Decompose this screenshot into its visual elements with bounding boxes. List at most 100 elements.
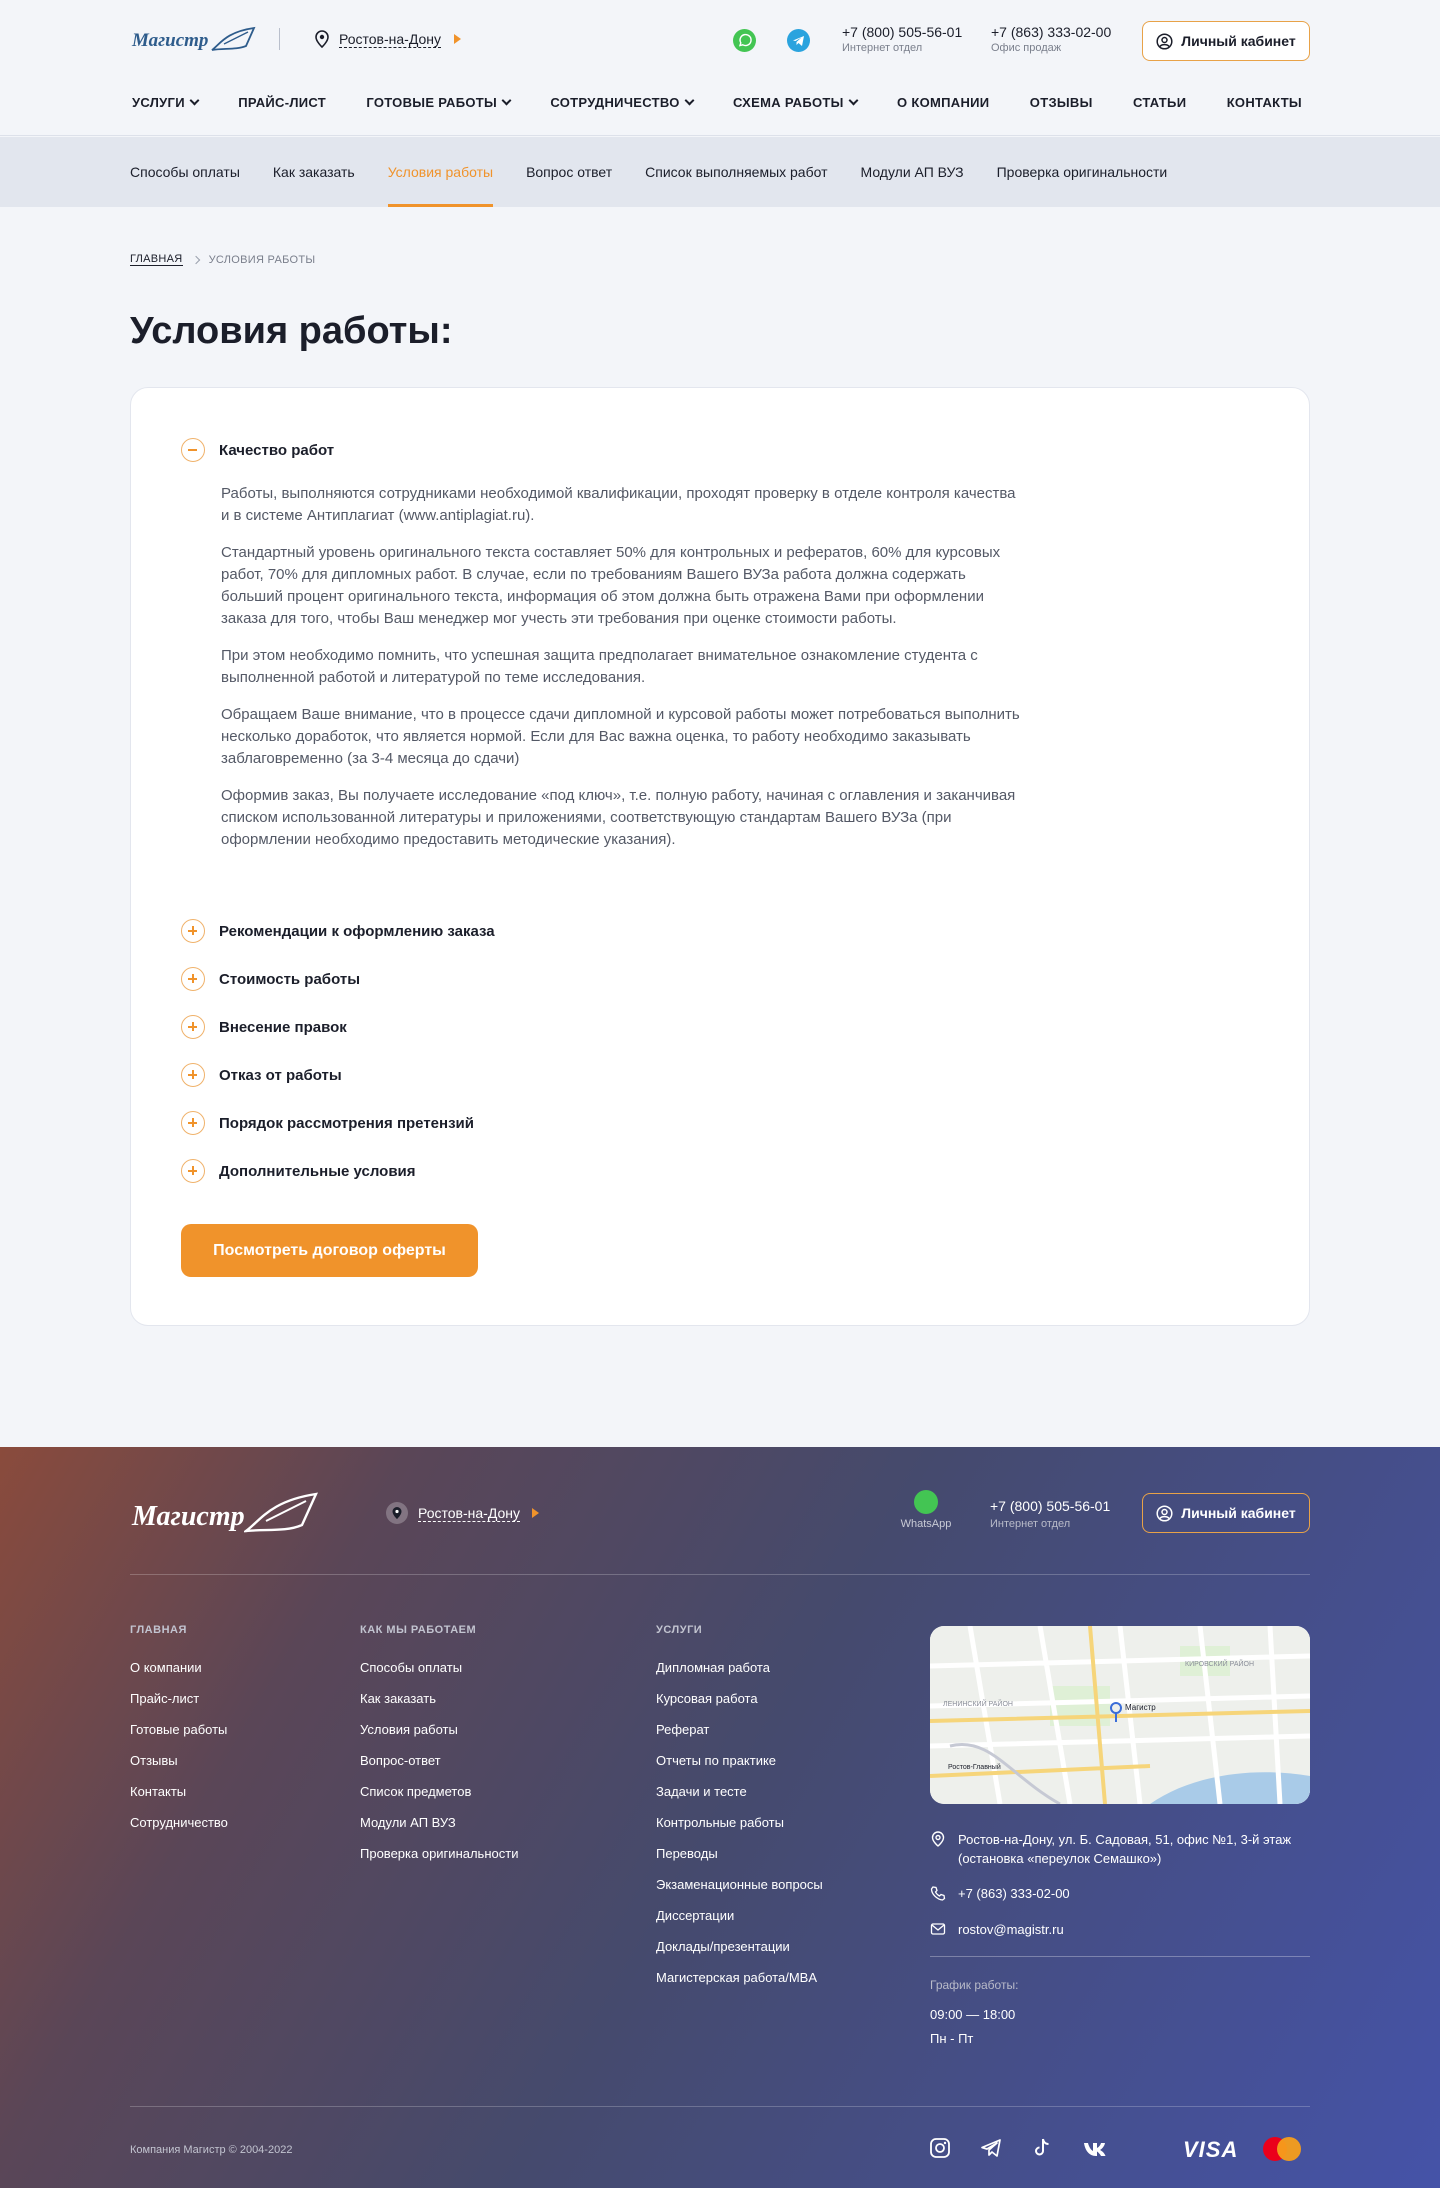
accordion-item-claims[interactable]: Порядок рассмотрения претензий	[181, 1111, 474, 1135]
instagram-icon[interactable]	[929, 2137, 951, 2159]
cabinet-button[interactable]: Личный кабинет	[1142, 21, 1310, 61]
subnav-item-ap-modules[interactable]: Модули АП ВУЗ	[861, 137, 964, 207]
footer-link[interactable]: Готовые работы	[130, 1722, 228, 1738]
address-text: Ростов-на-Дону, ул. Б. Садовая, 51, офис…	[958, 1832, 1292, 1866]
office-map[interactable]: ЛЕНИНСКИЙ РАЙОН КИРОВСКИЙ РАЙОН Магистр …	[930, 1626, 1310, 1804]
subnav-item-payment[interactable]: Способы оплаты	[130, 137, 240, 207]
accordion-item-cost[interactable]: Стоимость работы	[181, 967, 360, 991]
footer-link[interactable]: Контакты	[130, 1784, 228, 1800]
visa-logo: VISA	[1183, 2137, 1239, 2162]
footer-link[interactable]: Магистерская работа/MBA	[656, 1970, 823, 1986]
city-name: Ростов-на-Дону	[339, 30, 441, 48]
footer-link[interactable]: Диссертации	[656, 1908, 823, 1924]
phone-icon	[930, 1886, 946, 1901]
accordion-body: Работы, выполняются сотрудниками необход…	[221, 483, 1021, 866]
footer-link[interactable]: Доклады/презентации	[656, 1939, 823, 1955]
offer-contract-button[interactable]: Посмотреть договор оферты	[181, 1224, 478, 1277]
schedule-hours: 09:00 — 18:00	[930, 2007, 1016, 2022]
footer-link[interactable]: Переводы	[656, 1846, 823, 1862]
nav-item-scheme[interactable]: СХЕМА РАБОТЫ	[732, 95, 859, 110]
footer-phone[interactable]: +7 (800) 505-56-01 Интернет отдел	[990, 1497, 1110, 1533]
accordion-item-edits[interactable]: Внесение правок	[181, 1015, 347, 1039]
nav-item-price[interactable]: ПРАЙС-ЛИСТ	[238, 95, 326, 110]
subnav-item-how-to-order[interactable]: Как заказать	[273, 137, 355, 207]
subnav-item-originality[interactable]: Проверка оригинальности	[997, 137, 1168, 207]
chevron-down-icon	[684, 95, 695, 106]
chevron-down-icon	[189, 95, 200, 106]
city-selector[interactable]: Ростов-на-Дону	[314, 30, 461, 48]
footer-link[interactable]: Отчеты по практике	[656, 1753, 823, 1769]
footer-link[interactable]: Список предметов	[360, 1784, 518, 1800]
footer-link[interactable]: Курсовая работа	[656, 1691, 823, 1707]
phone-internet[interactable]: +7 (800) 505-56-01 Интернет отдел	[842, 23, 962, 56]
footer-link[interactable]: Дипломная работа	[656, 1660, 823, 1676]
phone-number: +7 (800) 505-56-01	[842, 24, 963, 40]
footer-city-selector[interactable]: Ростов-на-Дону	[386, 1502, 539, 1524]
footer-cabinet-button[interactable]: Личный кабинет	[1142, 1493, 1310, 1533]
phone-label: Интернет отдел	[990, 1518, 1071, 1530]
copyright: Компания Магистр © 2004-2022	[130, 2144, 293, 2156]
footer-link[interactable]: Реферат	[656, 1722, 823, 1738]
page-title: Условия работы:	[130, 310, 453, 352]
footer-link[interactable]: Способы оплаты	[360, 1660, 518, 1676]
telegram-icon[interactable]	[980, 2137, 1002, 2159]
telegram-icon[interactable]	[787, 29, 810, 52]
tiktok-icon[interactable]	[1031, 2137, 1053, 2159]
user-icon	[1156, 1504, 1173, 1522]
nav-item-articles[interactable]: СТАТЬИ	[1133, 95, 1186, 110]
footer-link[interactable]: Как заказать	[360, 1691, 518, 1707]
footer-office-phone[interactable]: +7 (863) 333-02-00	[930, 1884, 1070, 1903]
whatsapp-icon[interactable]	[733, 29, 756, 52]
footer-link[interactable]: Условия работы	[360, 1722, 518, 1738]
footer-schedule: График работы: 09:00 — 18:00 Пн - Пт	[930, 1976, 1018, 2048]
accordion-title: Отказ от работы	[219, 1066, 342, 1084]
nav-item-ready-works[interactable]: ГОТОВЫЕ РАБОТЫ	[366, 95, 512, 110]
footer-link[interactable]: Проверка оригинальности	[360, 1846, 518, 1862]
nav-item-about[interactable]: О КОМПАНИИ	[897, 95, 989, 110]
footer-logo[interactable]: Магистр	[132, 1489, 322, 1539]
logo[interactable]: Магистр	[132, 22, 256, 58]
breadcrumb-home[interactable]: ГЛАВНАЯ	[130, 253, 183, 266]
accordion-item-refusal[interactable]: Отказ от работы	[181, 1063, 342, 1087]
nav-item-cooperation[interactable]: СОТРУДНИЧЕСТВО	[550, 95, 695, 110]
cabinet-label: Личный кабинет	[1181, 1505, 1296, 1521]
footer-link[interactable]: Отзывы	[130, 1753, 228, 1769]
plus-circle-icon	[181, 919, 205, 943]
nav-label: КОНТАКТЫ	[1226, 95, 1302, 110]
nav-label: ГОТОВЫЕ РАБОТЫ	[366, 95, 498, 110]
subnav-item-terms[interactable]: Условия работы	[387, 137, 494, 207]
plus-circle-icon	[181, 1111, 205, 1135]
map-label: Ростов-Главный	[948, 1763, 1001, 1771]
footer-contact-divider	[930, 1956, 1310, 1957]
accordion-item-recommendations[interactable]: Рекомендации к оформлению заказа	[181, 919, 495, 943]
minus-circle-icon	[181, 438, 205, 462]
accordion-title: Стоимость работы	[219, 970, 361, 988]
footer-link[interactable]: Прайс-лист	[130, 1691, 228, 1707]
footer-link[interactable]: О компании	[130, 1660, 228, 1676]
accordion-item-quality[interactable]: Качество работ	[181, 438, 334, 462]
nav-item-services[interactable]: УСЛУГИ	[132, 95, 200, 110]
breadcrumb-current: УСЛОВИЯ РАБОТЫ	[208, 253, 316, 266]
subnav-item-faq[interactable]: Вопрос ответ	[526, 137, 612, 207]
chevron-down-icon	[848, 95, 859, 106]
accordion-item-additional[interactable]: Дополнительные условия	[181, 1159, 416, 1183]
paragraph: Работы, выполняются сотрудниками необход…	[221, 485, 1016, 524]
subnav-item-works-list[interactable]: Список выполняемых работ	[645, 137, 827, 207]
footer-whatsapp[interactable]: WhatsApp	[898, 1490, 954, 1530]
nav-item-reviews[interactable]: ОТЗЫВЫ	[1030, 95, 1093, 110]
footer-link[interactable]: Вопрос-ответ	[360, 1753, 518, 1769]
footer-link[interactable]: Сотрудничество	[130, 1815, 228, 1831]
phone-office[interactable]: +7 (863) 333-02-00 Офис продаж	[991, 23, 1111, 56]
footer-col-how: КАК МЫ РАБОТАЕМ Способы оплаты Как заказ…	[360, 1624, 518, 1877]
nav-label: СХЕМА РАБОТЫ	[732, 95, 844, 110]
location-pin-icon	[315, 30, 329, 48]
footer-link[interactable]: Контрольные работы	[656, 1815, 823, 1831]
footer-link[interactable]: Экзаменационные вопросы	[656, 1877, 823, 1893]
footer-link[interactable]: Задачи и тесте	[656, 1784, 823, 1800]
footer-link[interactable]: Модули АП ВУЗ	[360, 1815, 518, 1831]
vk-icon[interactable]	[1083, 2137, 1107, 2159]
user-icon	[1156, 32, 1173, 50]
footer-email[interactable]: rostov@magistr.ru	[930, 1920, 1064, 1939]
mastercard-logo	[1263, 2137, 1303, 2161]
nav-item-contacts[interactable]: КОНТАКТЫ	[1227, 95, 1302, 110]
